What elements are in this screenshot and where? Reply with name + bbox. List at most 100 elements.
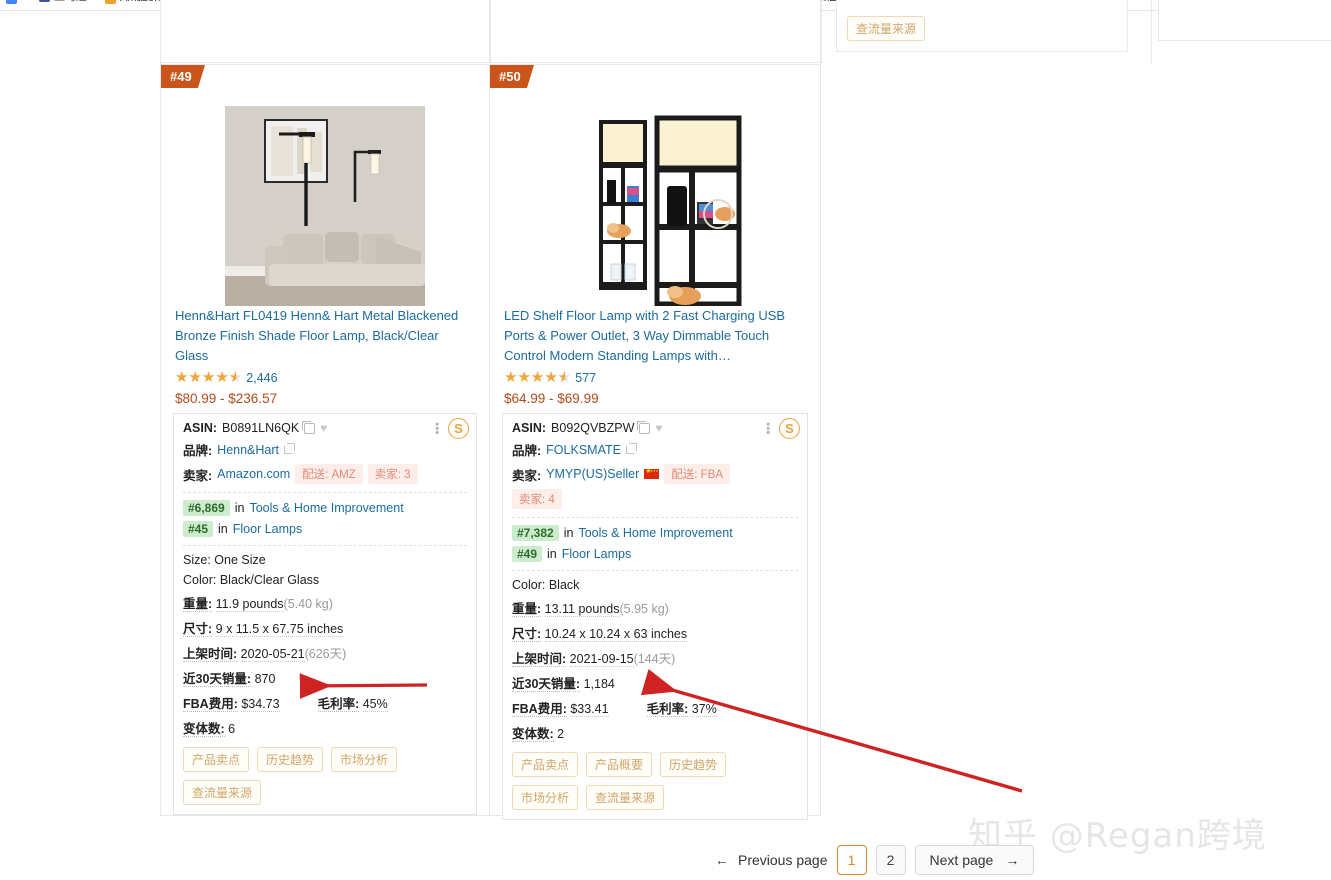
seller-row: 卖家: Amazon.com 配送: AMZ 卖家: 3 (183, 464, 467, 484)
asin-row: ASIN: B0891LN6QK ♥ (183, 420, 467, 435)
asin-value[interactable]: B092QVBZPW (551, 421, 634, 435)
tag-button-traffic-source[interactable]: 查流量来源 (586, 785, 665, 810)
rank-badge: #49 (161, 65, 205, 88)
spec-key: 尺寸: (183, 622, 213, 637)
spec-key: FBA费用: (512, 702, 567, 717)
bsr-category[interactable]: Floor Lamps (562, 547, 631, 561)
brand-row: 品牌: FOLKSMATE (512, 440, 798, 459)
action-tag-row: 产品卖点 产品概要 历史趋势 市场分析 查流量来源 (512, 752, 798, 810)
tag-button-selling-points[interactable]: 产品卖点 (183, 747, 250, 772)
rating-row[interactable]: ★★★★★★★★★★ 2,446 (173, 370, 477, 385)
tag-button-history-trend[interactable]: 历史趋势 (660, 752, 727, 777)
bsr-row: #7,382 in Tools & Home Improvement (512, 525, 798, 541)
spec-gross-margin: 毛利率: 37% (646, 698, 717, 717)
fulfillment-pill: 配送: AMZ (295, 464, 363, 484)
tag-button-product-summary[interactable]: 产品概要 (586, 752, 653, 777)
tag-button-traffic-source[interactable]: 查流量来源 (847, 16, 926, 41)
sif-logo-icon[interactable]: S (448, 418, 469, 439)
bookmark-item[interactable] (6, 0, 21, 4)
brand-value[interactable]: Henn&Hart (217, 443, 279, 457)
product-image[interactable] (225, 106, 425, 306)
spec-value: 11.9 pounds (215, 597, 284, 612)
spec-value: 6 (228, 722, 236, 736)
tag-button-traffic-source[interactable]: 查流量来源 (183, 780, 262, 805)
spec-value-days: (144天) (633, 652, 676, 666)
spec-value-metric: (5.40 kg) (283, 597, 333, 611)
product-card[interactable]: #50 LED Shelf Floor Lamp with 2 Fast Cha… (490, 64, 821, 820)
bsr-category[interactable]: Tools & Home Improvement (249, 501, 403, 515)
bsr-chip: #49 (512, 546, 543, 562)
asin-value[interactable]: B0891LN6QK (222, 421, 299, 435)
product-title-link[interactable]: Henn&Hart FL0419 Henn& Hart Metal Blacke… (173, 306, 477, 366)
review-count[interactable]: 2,446 (246, 371, 277, 385)
tag-button-market-analysis[interactable]: 市场分析 (512, 785, 579, 810)
copy-icon[interactable] (302, 420, 316, 434)
bookmark-favicon (39, 0, 50, 2)
tag-button-market-analysis[interactable]: 市场分析 (331, 747, 398, 772)
seller-count-row: 卖家: 4 (512, 489, 798, 509)
external-link-icon[interactable] (625, 443, 637, 454)
bookmark-favicon (6, 0, 17, 4)
spec-key: 上架时间: (183, 647, 238, 662)
bsr-category[interactable]: Tools & Home Improvement (578, 526, 732, 540)
spec-fba-fee: FBA费用: $34.73 (183, 693, 280, 712)
product-results-page: 查流量来源 #49 Henn&Hart FL0419 Henn& Hart Me… (0, 0, 1331, 880)
bookmark-label: Amazon (120, 0, 160, 4)
rating-row[interactable]: ★★★★★★★★★★ 577 (502, 370, 808, 385)
spec-value: 1,184 (583, 677, 615, 691)
china-flag-icon (644, 467, 660, 479)
spec-value: Black/Clear Glass (219, 573, 320, 587)
asin-row: ASIN: B092QVBZPW ♥ (512, 420, 798, 435)
product-info-panel: ••• S ASIN: B0891LN6QK ♥ 品牌: Henn&Hart 卖… (173, 413, 477, 815)
grid-column-separator (821, 0, 822, 64)
spec-color: Color: Black/Clear Glass (183, 573, 467, 587)
next-page-button[interactable]: Next page → (914, 845, 1035, 875)
sif-logo-icon[interactable]: S (779, 418, 800, 439)
page-number-1[interactable]: 1 (836, 845, 867, 875)
spec-gross-margin: 毛利率: 45% (317, 693, 388, 712)
spec-value: 45% (362, 697, 388, 712)
tag-button-selling-points[interactable]: 产品卖点 (512, 752, 579, 777)
spec-value-days: (626天) (304, 647, 347, 661)
external-link-icon[interactable] (284, 443, 296, 454)
seller-value[interactable]: YMYP(US)Seller (546, 467, 639, 481)
seller-value[interactable]: Amazon.com (217, 467, 290, 481)
page-number-2[interactable]: 2 (875, 845, 906, 875)
spec-value: 13.11 pounds (544, 602, 620, 617)
bsr-chip: #6,869 (183, 500, 230, 516)
favorite-heart-icon[interactable]: ♥ (655, 422, 662, 434)
bookmark-label: 亚马逊 (54, 0, 87, 4)
product-image[interactable] (555, 106, 755, 306)
asin-label: ASIN: (183, 421, 218, 435)
spec-value: 2021-09-15 (569, 652, 634, 667)
spec-key: 近30天销量: (183, 672, 252, 687)
previous-page-button[interactable]: ← Previous page (715, 852, 828, 868)
bsr-row: #6,869 in Tools & Home Improvement (183, 500, 467, 516)
tag-button-history-trend[interactable]: 历史趋势 (257, 747, 324, 772)
bsr-category[interactable]: Floor Lamps (233, 522, 302, 536)
bsr-in-label: in (563, 526, 574, 540)
copy-icon[interactable] (637, 420, 651, 434)
product-card[interactable]: #49 Henn&Hart FL0419 Henn& Hart Metal Bl… (160, 64, 490, 816)
brand-value[interactable]: FOLKSMATE (546, 443, 621, 457)
favorite-heart-icon[interactable]: ♥ (320, 422, 327, 434)
spec-value-metric: (5.95 kg) (619, 602, 669, 616)
spec-key: 毛利率: (317, 697, 360, 712)
seller-label: 卖家: (512, 468, 542, 483)
bookmark-item[interactable]: Amazon (105, 0, 160, 4)
bsr-chip: #7,382 (512, 525, 559, 541)
asin-label: ASIN: (512, 421, 547, 435)
seller-row: 卖家: YMYP(US)Seller 配送: FBA (512, 464, 798, 484)
more-options-icon[interactable]: ••• (430, 422, 444, 435)
spec-fees-row: FBA费用: $33.41 毛利率: 37% (512, 698, 798, 717)
product-title-link[interactable]: LED Shelf Floor Lamp with 2 Fast Chargin… (502, 306, 808, 366)
partial-card-previous-row-right (490, 0, 821, 63)
seller-count-pill: 卖家: 3 (367, 464, 418, 484)
bookmark-item[interactable]: 亚马逊 (39, 0, 87, 4)
review-count[interactable]: 577 (575, 371, 596, 385)
spec-value: $33.41 (570, 702, 609, 717)
more-options-icon[interactable]: ••• (761, 422, 775, 435)
spec-dimensions: 尺寸: 10.24 x 10.24 x 63 inches (512, 623, 798, 642)
spec-monthly-sales: 近30天销量: 870 (183, 668, 467, 687)
seller-count-pill: 卖家: 4 (512, 489, 562, 509)
